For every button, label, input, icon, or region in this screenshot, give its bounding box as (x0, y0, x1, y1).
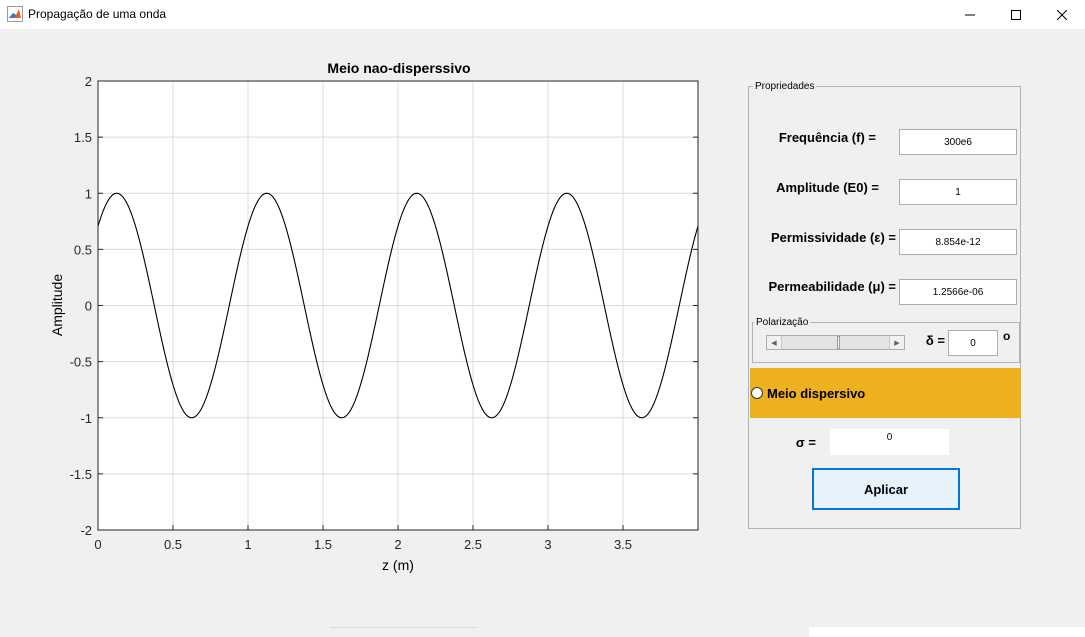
y-tick-label: 2 (85, 74, 92, 89)
y-tick-label: -1 (80, 411, 92, 426)
chart-title: Meio nao-disperssivo (327, 60, 470, 76)
y-tick-label: 0.5 (74, 242, 92, 257)
delta-field[interactable]: 0 (948, 330, 998, 356)
y-tick-label: 0 (85, 299, 92, 314)
close-button[interactable] (1039, 0, 1085, 29)
title-bar: Propagação de uma onda (0, 0, 1085, 29)
y-tick-label: -2 (80, 523, 92, 538)
y-tick-label: -0.5 (70, 355, 92, 370)
y-tick-label: 1 (85, 186, 92, 201)
sigma-field[interactable]: 0 (830, 429, 949, 455)
permittivity-label: Permissividade (ε) = (770, 230, 896, 245)
x-tick-label: 1 (244, 537, 251, 552)
maximize-button[interactable] (993, 0, 1039, 29)
x-tick-label: 3.5 (614, 537, 632, 552)
x-tick-label: 1.5 (314, 537, 332, 552)
permeability-field[interactable]: 1.2566e-06 (899, 279, 1017, 305)
x-tick-label: 2 (394, 537, 401, 552)
polarization-title: Polarização (754, 317, 811, 328)
sigma-label: σ = (795, 435, 816, 450)
amplitude-field[interactable]: 1 (899, 179, 1017, 205)
divider (330, 627, 477, 628)
x-tick-label: 2.5 (464, 537, 482, 552)
slider-left-icon[interactable]: ◀ (767, 336, 782, 349)
matlab-icon (7, 6, 23, 22)
x-tick-label: 0.5 (164, 537, 182, 552)
slider-thumb[interactable] (837, 336, 840, 349)
window-title: Propagação de uma onda (28, 7, 167, 21)
permeability-label: Permeabilidade (μ) = (768, 279, 896, 294)
apply-button[interactable]: Aplicar (812, 468, 960, 510)
minimize-icon (965, 14, 975, 15)
x-tick-label: 0 (94, 537, 101, 552)
properties-title: Propriedades (753, 81, 817, 92)
y-tick-label: -1.5 (70, 467, 92, 482)
amplitude-label: Amplitude (E0) = (776, 180, 879, 195)
dispersive-radio[interactable] (751, 387, 763, 399)
frequency-field[interactable]: 300e6 (899, 129, 1017, 155)
minimize-button[interactable] (947, 0, 993, 29)
y-axis-label: Amplitude (49, 274, 65, 336)
x-axis-label: z (m) (382, 557, 414, 573)
polarization-slider[interactable]: ◀ ▶ (766, 335, 905, 350)
y-tick-label: 1.5 (74, 130, 92, 145)
dispersive-label[interactable]: Meio dispersivo (767, 386, 865, 401)
close-icon (1057, 9, 1067, 20)
maximize-icon (1011, 9, 1021, 20)
frequency-label: Frequência (f) = (778, 130, 876, 145)
status-strip (809, 627, 1085, 637)
x-tick-label: 3 (544, 537, 551, 552)
slider-right-icon[interactable]: ▶ (889, 336, 904, 349)
degree-symbol: o (1003, 329, 1011, 343)
permittivity-field[interactable]: 8.854e-12 (899, 229, 1017, 255)
delta-label: δ = (925, 333, 945, 348)
wave-chart: 0 0.5 1 1.5 2 2.5 3 3.5 -2 -1.5 -1 -0.5 0 0.5 1 1.5 2 Me… (49, 60, 699, 573)
